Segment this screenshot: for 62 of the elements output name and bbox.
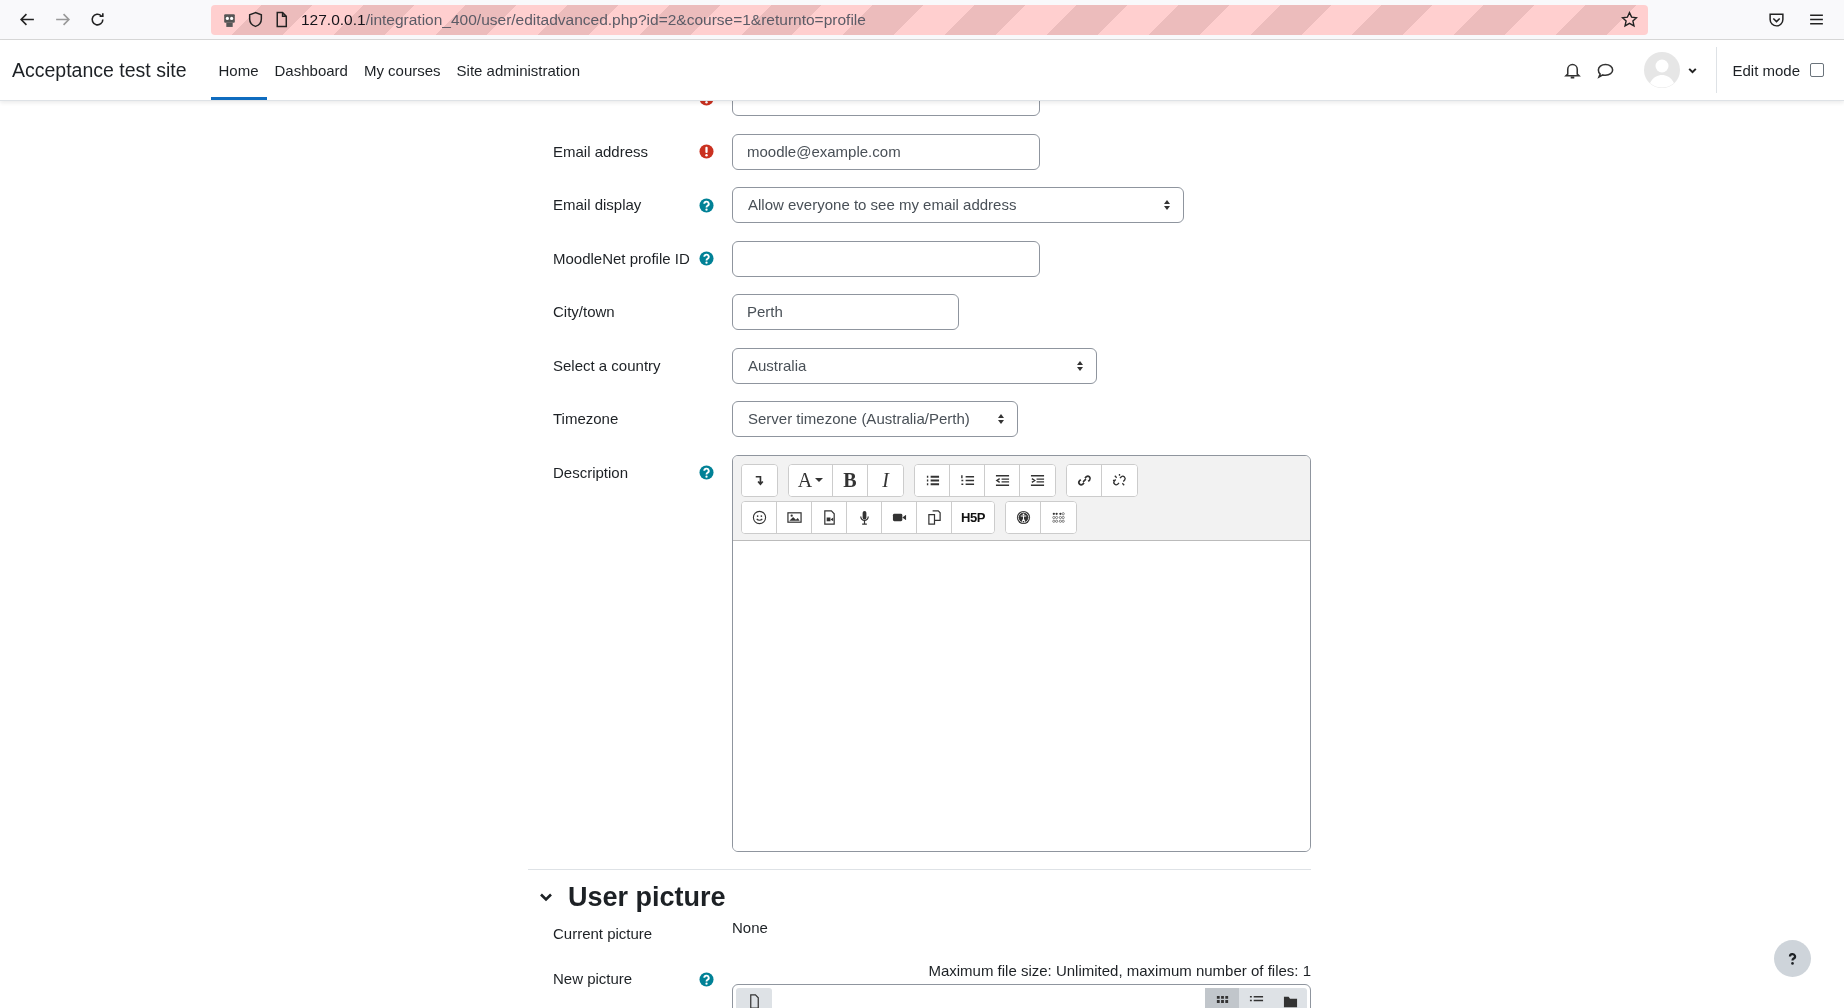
image-icon [786, 509, 802, 525]
grid-view-button[interactable] [1205, 988, 1239, 1008]
font-button[interactable]: A [789, 464, 833, 496]
text-field[interactable] [732, 240, 1040, 277]
shield-icon[interactable] [247, 11, 264, 28]
field-label: Email display [553, 195, 643, 215]
select-field[interactable]: Australia [732, 347, 1097, 384]
help-icon[interactable] [699, 971, 714, 987]
braille-icon [1051, 509, 1066, 525]
help-icon[interactable] [699, 251, 714, 266]
accessibility-icon [1015, 509, 1031, 525]
add-file-button[interactable] [736, 988, 772, 1008]
select-field[interactable]: Allow everyone to see my email address [732, 187, 1184, 223]
file-limits-text: Maximum file size: Unlimited, maximum number of files: 1 [928, 961, 1311, 981]
help-icon[interactable] [699, 197, 714, 213]
collapse-button[interactable] [742, 464, 777, 496]
emoji-button[interactable] [742, 501, 777, 533]
accessibility-button[interactable] [1006, 501, 1041, 533]
help-icon[interactable] [699, 465, 714, 480]
url-text: 127.0.0.1/integration_400/user/editadvanced.php?id=2&course=1&returnto=profile [301, 10, 866, 29]
select-field[interactable]: Server timezone (Australia/Perth) [732, 401, 1018, 437]
forward-icon[interactable] [54, 11, 71, 28]
caret-icon [815, 476, 824, 484]
link-icon [1076, 472, 1092, 488]
field-label: Current picture [553, 924, 654, 944]
indent-icon [1030, 472, 1045, 488]
outdent-icon [994, 472, 1010, 488]
emoji-icon [751, 509, 767, 525]
edit-mode-checkbox[interactable] [1810, 63, 1824, 77]
robot-icon [221, 11, 238, 28]
star-icon[interactable] [1621, 11, 1638, 28]
edit-mode-label: Edit mode [1732, 61, 1800, 79]
pocket-icon[interactable] [1768, 11, 1785, 28]
unlink-icon [1112, 472, 1127, 488]
field-label: Select a country [553, 355, 662, 376]
dropdown-arrows-icon [1076, 359, 1084, 372]
current-picture-value: None [732, 918, 768, 938]
link-button[interactable] [1067, 464, 1102, 496]
back-icon[interactable] [19, 11, 36, 28]
field-label: Description [553, 462, 630, 483]
field-label: New picture [553, 969, 634, 989]
field-label: City/town [553, 302, 616, 322]
help-button[interactable] [1774, 940, 1811, 977]
bullets-button[interactable] [915, 464, 950, 496]
section-heading[interactable]: User picture [568, 881, 726, 913]
field-label: Timezone [553, 409, 620, 429]
nav-link[interactable]: Dashboard [266, 40, 356, 100]
reload-icon[interactable] [89, 11, 106, 28]
nav-link[interactable]: Home [210, 40, 267, 100]
text-field[interactable]: moodle@example.com [732, 133, 1040, 170]
site-name[interactable]: Acceptance test site [12, 58, 187, 82]
address-bar[interactable]: 127.0.0.1/integration_400/user/editadvanced.php?id=2&course=1&returnto=profile [211, 4, 1648, 35]
field-label: MoodleNet profile ID [553, 248, 691, 269]
field-label: Email address [553, 141, 650, 162]
copy-icon [926, 509, 942, 525]
dropdown-arrows-icon [997, 413, 1005, 425]
nav-link[interactable]: Site administration [448, 40, 588, 100]
dropdown-arrows-icon [1163, 199, 1171, 211]
numbers-icon [959, 472, 975, 488]
nav-link[interactable]: My courses [355, 40, 449, 100]
media-icon [821, 509, 837, 525]
text-field[interactable]: Perth [732, 294, 959, 330]
